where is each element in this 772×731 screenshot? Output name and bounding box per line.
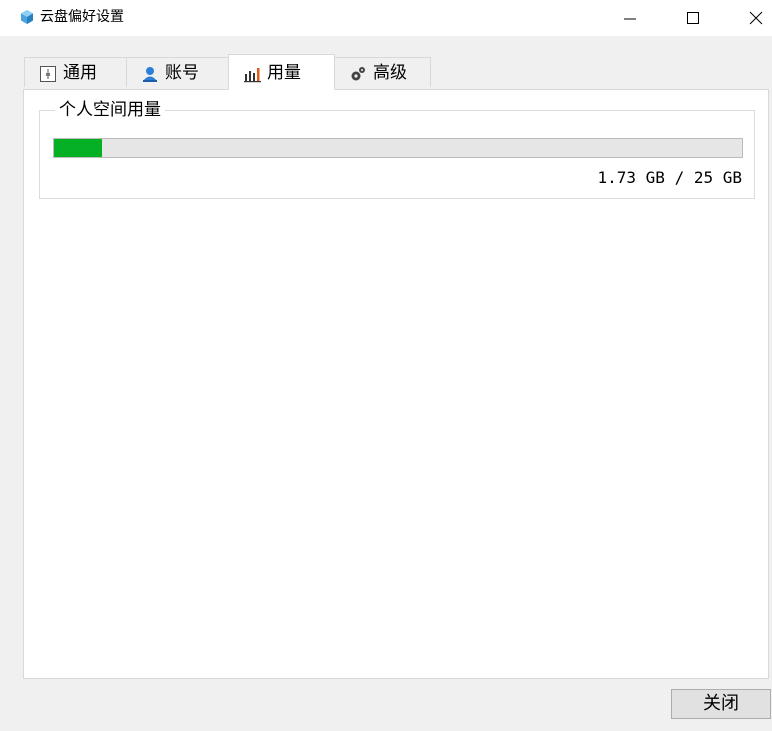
tab-advanced[interactable]: 高级 [334,57,431,87]
maximize-icon [687,12,699,24]
user-icon [141,64,159,82]
title-bar[interactable]: 云盘偏好设置 [0,0,772,36]
window-title: 云盘偏好设置 [40,9,124,25]
general-icon [39,64,57,82]
gears-icon [349,64,367,82]
tab-usage-label: 用量 [267,62,301,83]
minimize-button[interactable] [607,0,653,36]
tab-advanced-label: 高级 [373,62,407,83]
preferences-window: 云盘偏好设置 通用 账号 用量 高级 个人空间用量 1.73 GB / 25 G… [0,0,772,731]
usage-panel: 个人空间用量 1.73 GB / 25 GB [23,89,769,679]
close-icon [749,11,763,25]
close-window-button[interactable] [733,0,772,36]
minimize-icon [624,18,636,20]
storage-progress-bar [53,138,743,158]
usage-text: 1.73 GB / 25 GB [597,168,743,187]
cloud-app-icon [19,9,35,25]
personal-space-groupbox: 个人空间用量 1.73 GB / 25 GB [39,98,755,199]
maximize-button[interactable] [670,0,716,36]
bar-chart-icon [243,64,261,82]
tab-account[interactable]: 账号 [126,57,229,87]
tab-general-label: 通用 [63,62,97,83]
tab-account-label: 账号 [165,62,199,83]
tab-general[interactable]: 通用 [24,57,127,87]
storage-progress-fill [54,139,102,157]
group-title: 个人空间用量 [55,98,165,122]
tab-usage[interactable]: 用量 [228,54,335,90]
close-button[interactable]: 关闭 [671,689,771,719]
